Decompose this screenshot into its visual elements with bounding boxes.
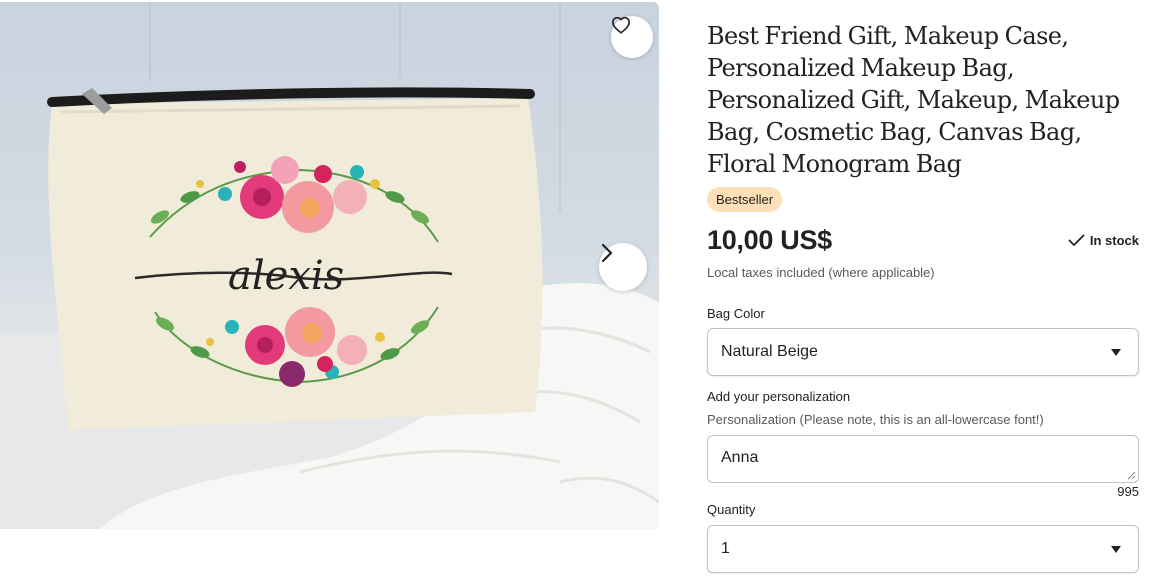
- quantity-value: 1: [721, 540, 730, 557]
- heart-icon: [611, 16, 630, 34]
- bag-color-value: Natural Beige: [721, 343, 818, 360]
- char-counter: 995: [1117, 484, 1139, 499]
- next-image-button[interactable]: [599, 243, 647, 291]
- product-info: Best Friend Gift, Makeup Case, Personali…: [707, 20, 1139, 573]
- personalization-textarea[interactable]: Anna: [707, 435, 1139, 483]
- stock-status: In stock: [1068, 233, 1139, 248]
- stock-label: In stock: [1089, 233, 1139, 248]
- favorite-button[interactable]: [611, 16, 653, 58]
- price-row: 10,00 US$ In stock: [707, 224, 1139, 256]
- product-image[interactable]: alexis: [0, 2, 659, 529]
- caret-down-icon: [1111, 546, 1121, 553]
- resize-grip-icon[interactable]: [1127, 471, 1136, 480]
- bag-color-label: Bag Color: [707, 306, 765, 321]
- printed-name: alexis: [228, 253, 344, 299]
- bag-color-select[interactable]: Natural Beige: [707, 328, 1139, 376]
- product-photo: alexis: [0, 2, 659, 529]
- bestseller-badge: Bestseller: [707, 187, 783, 212]
- personalization-value: Anna: [721, 449, 759, 466]
- taxes-note: Local taxes included (where applicable): [707, 265, 935, 280]
- quantity-label: Quantity: [707, 502, 756, 517]
- product-title: Best Friend Gift, Makeup Case, Personali…: [707, 22, 1120, 178]
- checkmark-icon: [1068, 234, 1085, 246]
- personalization-instructions: Personalization (Please note, this is an…: [707, 412, 1044, 427]
- chevron-right-icon: [601, 243, 613, 263]
- caret-down-icon: [1111, 349, 1121, 356]
- quantity-select[interactable]: 1: [707, 525, 1139, 573]
- personalization-label: Add your personalization: [707, 389, 851, 404]
